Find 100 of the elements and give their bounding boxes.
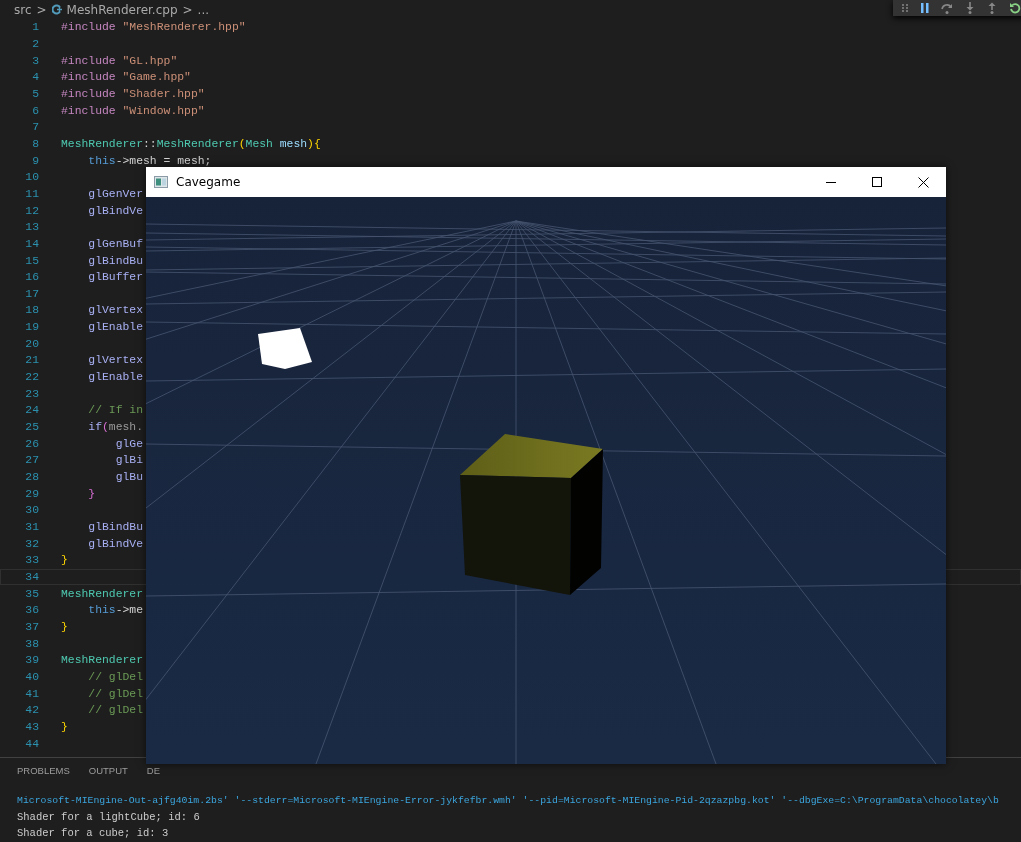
line-number: 10 [24, 171, 39, 184]
line-number: 18 [24, 304, 39, 317]
line-number: 28 [24, 471, 39, 484]
app-window-icon [154, 176, 168, 188]
code-line: #include "Shader.hpp" [61, 87, 205, 100]
cpp-file-icon [51, 4, 62, 15]
pause-icon[interactable] [921, 3, 929, 13]
code-line: // glDel [87, 687, 144, 700]
line-number: 17 [24, 287, 39, 300]
code-line: glGenVer [87, 187, 144, 200]
line-number: 40 [24, 670, 39, 683]
line-number: 36 [24, 604, 39, 617]
line-number: 43 [24, 720, 39, 733]
line-number: 38 [24, 637, 39, 650]
panel-tab[interactable]: OUTPUT [88, 764, 128, 776]
code-line: glBuffer [87, 271, 144, 284]
code-line: glVertex [87, 354, 144, 367]
breadcrumb-separator: > [36, 2, 47, 17]
breadcrumb-more[interactable]: ... [197, 2, 210, 17]
line-number: 6 [31, 104, 39, 117]
line-number: 42 [24, 704, 39, 717]
window-title: Cavegame [176, 175, 242, 189]
code-line: glGe [114, 437, 144, 450]
line-number: 25 [24, 421, 39, 434]
code-line: // If in [87, 404, 144, 417]
line-number: 23 [24, 387, 39, 400]
code-line: } [61, 554, 68, 567]
line-number: 22 [24, 371, 39, 384]
code-line: #include "Window.hpp" [61, 104, 205, 117]
line-number: 34 [24, 571, 39, 583]
drag-grip-icon[interactable] [901, 3, 909, 13]
line-number: 19 [24, 321, 39, 334]
code-line: #include "Game.hpp" [61, 71, 191, 84]
line-number: 37 [24, 620, 39, 633]
line-number: 11 [24, 187, 39, 200]
code-line: // glDel [87, 704, 144, 717]
close-icon [917, 176, 929, 188]
restart-icon[interactable] [1009, 2, 1021, 14]
line-number: 35 [24, 587, 39, 600]
line-number: 4 [31, 71, 39, 84]
line-number: 16 [24, 271, 39, 284]
console-output-line: Microsoft-MIEngine-Out-ajfg40im.2bs' '--stderr=Microsoft-MIEngine-Error-jykfefbr.wmh' '--pid=Microsoft-MIEngine-Pid-2qzazpbg.kot' '--dbgExe=C:\ProgramData\chocolatey\b [17, 794, 999, 808]
line-number: 39 [24, 654, 39, 667]
line-number: 1 [31, 21, 39, 34]
line-number: 30 [24, 504, 39, 517]
step-out-icon[interactable] [987, 2, 997, 14]
code-line: } [87, 487, 96, 500]
code-line: glVertex [87, 304, 144, 317]
code-line: this->mesh = mesh; [87, 154, 212, 167]
code-line: glBi [114, 454, 144, 467]
line-number: 33 [24, 554, 39, 567]
code-line: glGenBuf [87, 237, 144, 250]
code-line: MeshRenderer [61, 587, 144, 600]
code-line: if(mesh. [87, 421, 144, 434]
code-line: glEnable [87, 321, 144, 334]
code-line: glBindVe [87, 537, 144, 550]
code-line: glBindBu [87, 521, 144, 533]
panel-tab[interactable]: PROBLEMS [17, 764, 70, 776]
code-line: MeshRenderer::MeshRenderer(Mesh mesh){ [61, 137, 321, 150]
line-number: 27 [24, 454, 39, 467]
breadcrumb-file[interactable]: MeshRenderer.cpp [66, 2, 178, 17]
line-number: 2 [31, 38, 39, 50]
line-number: 29 [24, 487, 39, 500]
code-line: this->me [87, 604, 144, 617]
code-line: } [61, 720, 68, 733]
line-number: 14 [24, 237, 39, 250]
code-line: glEnable [87, 371, 144, 384]
breadcrumb-separator: > [182, 2, 193, 17]
line-number: 21 [24, 354, 39, 367]
line-number: 24 [24, 404, 39, 417]
code-line: #include "MeshRenderer.hpp" [61, 21, 246, 34]
line-number: 8 [31, 137, 39, 150]
console-output-line: Shader for a cube; id: 3 [17, 826, 169, 841]
line-number: 7 [31, 121, 39, 134]
code-line: } [61, 620, 68, 633]
code-line: glBindBu [87, 254, 144, 267]
code-line: MeshRenderer [61, 654, 144, 667]
code-line: // glDel [87, 670, 144, 683]
light-cube-drawing [258, 328, 312, 369]
line-number: 9 [31, 154, 39, 167]
line-number: 32 [24, 537, 39, 550]
line-number: 41 [24, 687, 39, 700]
maximize-icon [872, 177, 882, 187]
line-number: 15 [24, 254, 39, 267]
line-number: 12 [24, 204, 39, 217]
line-number: 3 [31, 54, 39, 67]
console-output-line: Shader for a lightCube; id: 6 [17, 810, 200, 825]
code-line: glBindVe [87, 204, 144, 217]
line-number: 5 [31, 87, 39, 100]
line-number: 44 [24, 737, 39, 750]
code-line: #include "GL.hpp" [61, 54, 178, 67]
breadcrumb-folder[interactable]: src [14, 2, 32, 17]
code-line: glBu [114, 471, 144, 484]
line-number: 31 [24, 521, 39, 533]
step-into-icon[interactable] [965, 2, 975, 14]
step-over-icon[interactable] [941, 2, 953, 14]
line-number: 26 [24, 437, 39, 450]
panel-tab[interactable]: DE [146, 764, 161, 776]
line-number: 20 [24, 337, 39, 350]
line-number: 13 [24, 221, 39, 234]
